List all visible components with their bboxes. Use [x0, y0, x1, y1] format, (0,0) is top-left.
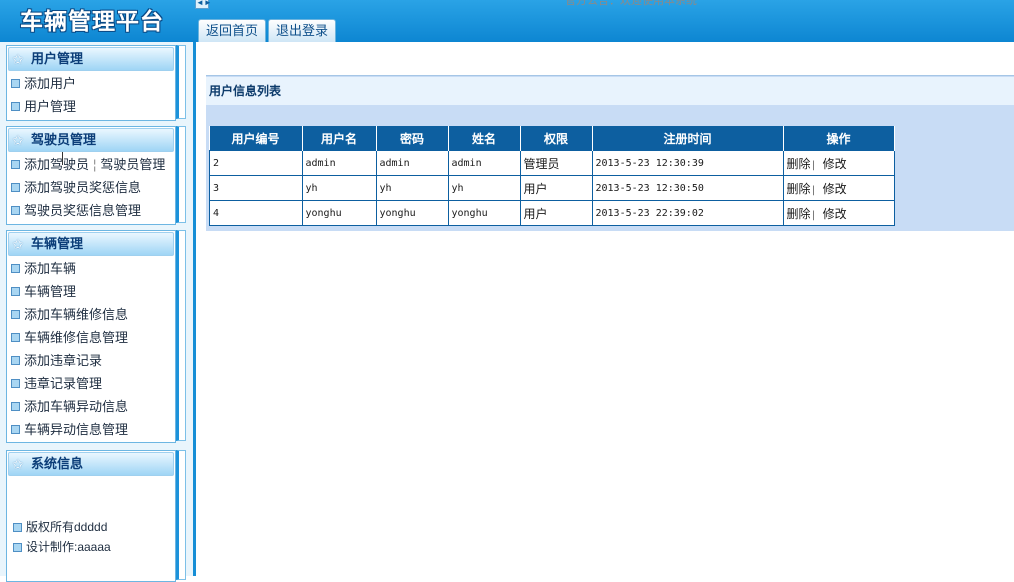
- bullet-icon: [11, 102, 20, 112]
- bullet-icon: [11, 402, 20, 412]
- cell-username: yonghu: [301, 200, 377, 226]
- bullet-icon: [11, 333, 20, 343]
- panel-title-vehicle-management[interactable]: ✩ 车辆管理: [8, 232, 174, 256]
- sidebar-item-add-driver[interactable]: 添加驾驶员: [24, 157, 89, 172]
- cell-role: 用户: [519, 175, 593, 201]
- column-header: 用户名: [302, 126, 377, 151]
- bullet-icon: [11, 356, 20, 366]
- column-header: 用户编号: [209, 126, 303, 151]
- cell-password: yh: [375, 175, 449, 201]
- bullet-icon: [11, 79, 20, 89]
- table-row: 4 yonghu yonghu yonghu 用户 2013-5-23 22:3…: [209, 200, 895, 226]
- sidebar-item-driver-management[interactable]: 驾驶员管理: [100, 157, 165, 172]
- delete-link[interactable]: 删除: [787, 157, 811, 171]
- toggle-sidebar-icon[interactable]: ◄►: [195, 0, 212, 9]
- star-icon: ✩: [12, 132, 24, 148]
- cell-actions: 删除| 修改: [782, 175, 895, 201]
- bullet-icon: [11, 379, 20, 389]
- sidebar-item-driver-reward-management[interactable]: 驾驶员奖惩信息管理: [7, 199, 175, 222]
- cell-actions: 删除| 修改: [782, 200, 895, 226]
- sidebar-item-add-vehicle[interactable]: 添加车辆: [7, 257, 175, 280]
- sidebar-item-vehicle-repair-management[interactable]: 车辆维修信息管理: [7, 326, 175, 349]
- panel-driver-management: ✩ 驾驶员管理 添加驾驶员 ¦ 驾驶员管理 添加驾驶员奖惩信息 驾驶员奖惩信息管理: [6, 126, 176, 225]
- column-header: 注册时间: [592, 126, 784, 151]
- copyright-text: 版权所有ddddd: [13, 518, 107, 535]
- column-header: 姓名: [448, 126, 521, 151]
- tab-back-home[interactable]: 返回首页: [198, 19, 267, 42]
- cell-register-time: 2013-5-23 12:30:39: [591, 150, 784, 176]
- cell-role: 用户: [519, 200, 593, 226]
- column-header: 密码: [376, 126, 449, 151]
- delete-link[interactable]: 删除: [787, 207, 811, 221]
- panel-strip: [176, 126, 186, 223]
- bullet-icon: [11, 206, 20, 216]
- star-icon: ✩: [12, 236, 24, 252]
- panel-user-management: ✩ 用户管理 添加用户 用户管理: [6, 45, 176, 121]
- sidebar-item-user-management[interactable]: 用户管理: [7, 95, 175, 118]
- bullet-icon: [11, 160, 20, 170]
- panel-strip: [176, 230, 186, 441]
- cell-role: 管理员: [519, 150, 593, 176]
- sidebar-item-vehicle-change-management[interactable]: 车辆异动信息管理: [7, 418, 175, 441]
- edit-link[interactable]: 修改: [823, 207, 847, 221]
- bullet-icon: [11, 310, 20, 320]
- bullet-icon: [11, 264, 20, 274]
- cell-username: admin: [301, 150, 377, 176]
- sidebar-divider: [193, 42, 196, 576]
- bullet-icon: [11, 287, 20, 297]
- sidebar-item-add-user[interactable]: 添加用户: [7, 72, 175, 95]
- cell-password: admin: [375, 150, 449, 176]
- cell-name: yonghu: [447, 200, 521, 226]
- panel-strip: [176, 450, 186, 580]
- top-header: 车辆管理平台 ◄► 官方公告：欢迎使用本系统 返回首页 退出登录: [0, 0, 1014, 42]
- panel-title-driver-management[interactable]: ✩ 驾驶员管理: [8, 128, 174, 152]
- cell-user-id: 4: [209, 200, 303, 226]
- announcement-text: 官方公告：欢迎使用本系统: [565, 0, 697, 7]
- star-icon: ✩: [12, 456, 24, 472]
- sidebar-item-driver-row: 添加驾驶员 ¦ 驾驶员管理: [7, 153, 175, 176]
- cell-register-time: 2013-5-23 22:39:02: [591, 200, 784, 226]
- text-cursor: [62, 152, 63, 165]
- cell-name: admin: [447, 150, 521, 176]
- cell-user-id: 3: [209, 175, 303, 201]
- user-table: 用户编号 用户名 密码 姓名 权限 注册时间 操作 2 admin admin …: [209, 126, 895, 226]
- bullet-icon: [11, 425, 20, 435]
- tab-logout[interactable]: 退出登录: [268, 19, 337, 42]
- sidebar-item-violation-management[interactable]: 违章记录管理: [7, 372, 175, 395]
- cell-register-time: 2013-5-23 12:30:50: [591, 175, 784, 201]
- designer-text: 设计制作:aaaaa: [13, 538, 111, 555]
- edit-link[interactable]: 修改: [823, 182, 847, 196]
- app-title: 车辆管理平台: [20, 8, 164, 35]
- cell-password: yonghu: [375, 200, 449, 226]
- panel-vehicle-management: ✩ 车辆管理 添加车辆 车辆管理 添加车辆维修信息 车辆维修信息管理 添加违章记…: [6, 230, 176, 443]
- table-row: 2 admin admin admin 管理员 2013-5-23 12:30:…: [209, 150, 895, 176]
- table-header-row: 用户编号 用户名 密码 姓名 权限 注册时间 操作: [209, 126, 895, 151]
- star-icon: ✩: [12, 51, 24, 67]
- bullet-icon: [13, 542, 22, 552]
- sidebar-item-add-vehicle-repair[interactable]: 添加车辆维修信息: [7, 303, 175, 326]
- column-header: 操作: [783, 126, 895, 151]
- cell-name: yh: [447, 175, 521, 201]
- column-header: 权限: [520, 126, 593, 151]
- panel-system-info: ✩ 系统信息: [6, 450, 176, 582]
- delete-link[interactable]: 删除: [787, 182, 811, 196]
- bullet-icon: [11, 183, 20, 193]
- panel-title-system-info[interactable]: ✩ 系统信息: [8, 452, 174, 476]
- sidebar-item-add-vehicle-change[interactable]: 添加车辆异动信息: [7, 395, 175, 418]
- sidebar-item-add-driver-reward[interactable]: 添加驾驶员奖惩信息: [7, 176, 175, 199]
- sidebar-item-add-violation[interactable]: 添加违章记录: [7, 349, 175, 372]
- cell-user-id: 2: [209, 150, 303, 176]
- table-row: 3 yh yh yh 用户 2013-5-23 12:30:50 删除| 修改: [209, 175, 895, 201]
- cell-username: yh: [301, 175, 377, 201]
- panel-title-user-management[interactable]: ✩ 用户管理: [8, 47, 174, 71]
- page-title: 用户信息列表: [206, 77, 1014, 105]
- bullet-icon: [13, 522, 22, 532]
- sidebar-item-vehicle-management[interactable]: 车辆管理: [7, 280, 175, 303]
- cell-actions: 删除| 修改: [782, 150, 895, 176]
- panel-strip: [176, 45, 186, 119]
- edit-link[interactable]: 修改: [823, 157, 847, 171]
